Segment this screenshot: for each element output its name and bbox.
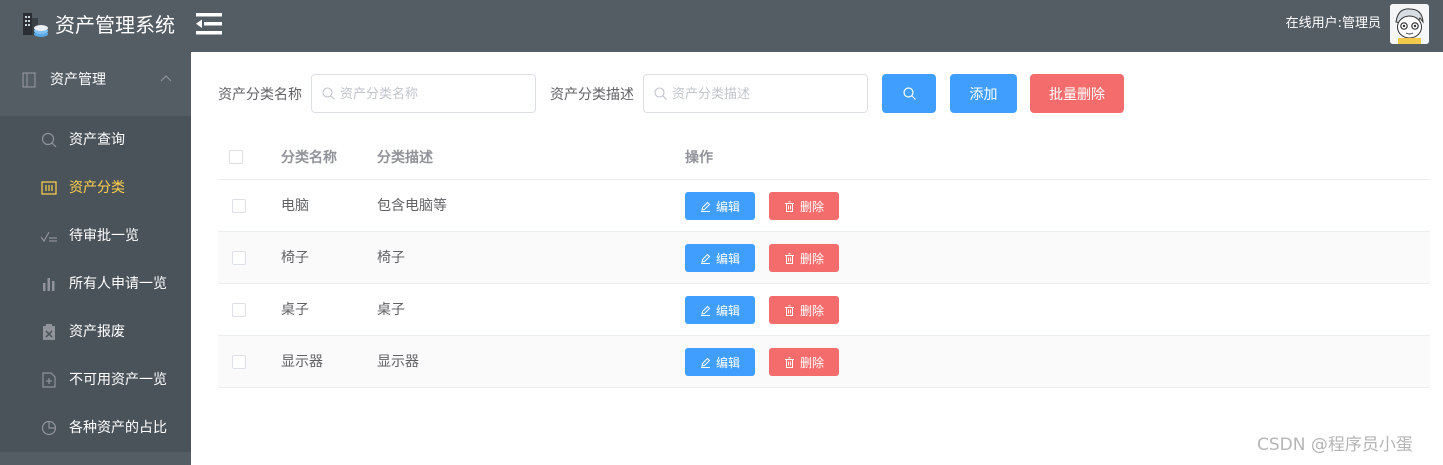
column-header-name: 分类名称 <box>281 150 337 166</box>
sidebar-item-label: 不可用资产一览 <box>69 372 167 388</box>
search-icon <box>40 131 58 149</box>
submenu-asset-management[interactable]: 资产管理 <box>0 52 191 108</box>
watermark-text: CSDN @程序员小蛋 <box>1257 435 1413 455</box>
scrap-icon <box>40 323 58 341</box>
document-icon <box>22 72 36 88</box>
submenu-label: 资产管理 <box>50 72 106 88</box>
column-header-actions: 操作 <box>685 150 713 166</box>
category-description-cell: 椅子 <box>377 250 405 266</box>
row-checkbox[interactable] <box>232 355 246 369</box>
sidebar: 资产管理 资产查询 资产分类 待审批一览 所有人申请一览 资产报废 不可用资产一… <box>0 52 191 465</box>
sidebar-item-label: 资产查询 <box>69 132 125 148</box>
edit-icon <box>700 305 711 316</box>
approval-icon <box>40 227 58 245</box>
row-checkbox[interactable] <box>232 251 246 265</box>
delete-label: 删除 <box>799 355 824 370</box>
category-name-cell: 椅子 <box>281 250 309 266</box>
edit-icon <box>700 201 711 212</box>
sidebar-item-label: 资产分类 <box>69 180 125 196</box>
category-name-field[interactable] <box>311 74 536 113</box>
category-description-cell: 桌子 <box>377 302 405 318</box>
search-icon <box>654 87 667 100</box>
app-title: 资产管理系统 <box>55 13 175 37</box>
edit-button[interactable]: 编辑 <box>685 348 755 376</box>
category-name-label: 资产分类名称 <box>218 87 302 103</box>
top-header: 资产管理系统 在线用户:管理员 <box>0 0 1443 52</box>
edit-label: 编辑 <box>715 199 740 214</box>
category-description-cell: 显示器 <box>377 354 419 370</box>
edit-icon <box>700 253 711 264</box>
table-header: 分类名称 分类描述 操作 <box>218 134 1430 180</box>
edit-icon <box>700 357 711 368</box>
edit-button[interactable]: 编辑 <box>685 192 755 220</box>
sidebar-item-label: 各种资产的占比 <box>69 420 167 436</box>
trash-icon <box>784 200 794 212</box>
category-description-cell: 包含电脑等 <box>377 198 447 214</box>
select-all-checkbox[interactable] <box>229 150 243 164</box>
delete-button[interactable]: 删除 <box>769 244 839 272</box>
user-avatar[interactable] <box>1390 4 1429 44</box>
category-name-input[interactable] <box>340 83 530 105</box>
category-description-field[interactable] <box>643 74 868 113</box>
sidebar-item-asset-scrap[interactable]: 资产报废 <box>0 308 191 356</box>
edit-label: 编辑 <box>715 303 740 318</box>
logo-icon <box>23 13 48 37</box>
category-name-cell: 显示器 <box>281 354 323 370</box>
pie-chart-icon <box>40 419 58 437</box>
delete-button[interactable]: 删除 <box>769 192 839 220</box>
table-row: 电脑 包含电脑等 编辑 删除 <box>218 180 1430 232</box>
table-row: 桌子 桌子 编辑 删除 <box>218 284 1430 336</box>
edit-button[interactable]: 编辑 <box>685 244 755 272</box>
sidebar-item-label: 待审批一览 <box>69 228 139 244</box>
sidebar-item-asset-ratio[interactable]: 各种资产的占比 <box>0 404 191 452</box>
delete-label: 删除 <box>799 199 824 214</box>
category-name-cell: 电脑 <box>281 198 309 214</box>
trash-icon <box>784 252 794 264</box>
trash-icon <box>784 356 794 368</box>
search-button[interactable] <box>882 74 936 113</box>
delete-button[interactable]: 删除 <box>769 348 839 376</box>
category-name-cell: 桌子 <box>281 302 309 318</box>
sidebar-item-pending-approval[interactable]: 待审批一览 <box>0 212 191 260</box>
delete-button[interactable]: 删除 <box>769 296 839 324</box>
edit-button[interactable]: 编辑 <box>685 296 755 324</box>
trash-icon <box>784 304 794 316</box>
bar-chart-icon <box>40 275 58 293</box>
document-icon <box>40 371 58 389</box>
search-icon <box>322 87 335 100</box>
search-icon <box>902 87 916 100</box>
table-row: 显示器 显示器 编辑 删除 <box>218 336 1430 388</box>
sidebar-item-all-applications[interactable]: 所有人申请一览 <box>0 260 191 308</box>
category-description-input[interactable] <box>672 83 862 105</box>
row-checkbox[interactable] <box>232 303 246 317</box>
submenu-items: 资产查询 资产分类 待审批一览 所有人申请一览 资产报废 不可用资产一览 各种资… <box>0 116 191 452</box>
delete-label: 删除 <box>799 303 824 318</box>
category-table: 分类名称 分类描述 操作 电脑 包含电脑等 编辑 删除 椅子 椅子 编辑 删除 … <box>218 134 1430 388</box>
category-description-label: 资产分类描述 <box>550 87 634 103</box>
menu-fold-icon[interactable] <box>194 11 224 37</box>
sidebar-item-asset-query[interactable]: 资产查询 <box>0 116 191 164</box>
table-row: 椅子 椅子 编辑 删除 <box>218 232 1430 284</box>
sidebar-item-unavailable-assets[interactable]: 不可用资产一览 <box>0 356 191 404</box>
batch-delete-button[interactable]: 批量删除 <box>1030 74 1124 113</box>
delete-label: 删除 <box>799 251 824 266</box>
sidebar-item-asset-category[interactable]: 资产分类 <box>0 164 191 212</box>
chevron-up-icon <box>160 75 172 82</box>
add-button[interactable]: 添加 <box>950 74 1017 113</box>
edit-label: 编辑 <box>715 355 740 370</box>
column-header-description: 分类描述 <box>377 150 433 166</box>
sidebar-item-label: 资产报废 <box>69 324 125 340</box>
edit-label: 编辑 <box>715 251 740 266</box>
online-user-text: 在线用户:管理员 <box>1285 16 1381 31</box>
category-icon <box>40 179 58 197</box>
sidebar-item-label: 所有人申请一览 <box>69 276 167 292</box>
row-checkbox[interactable] <box>232 199 246 213</box>
